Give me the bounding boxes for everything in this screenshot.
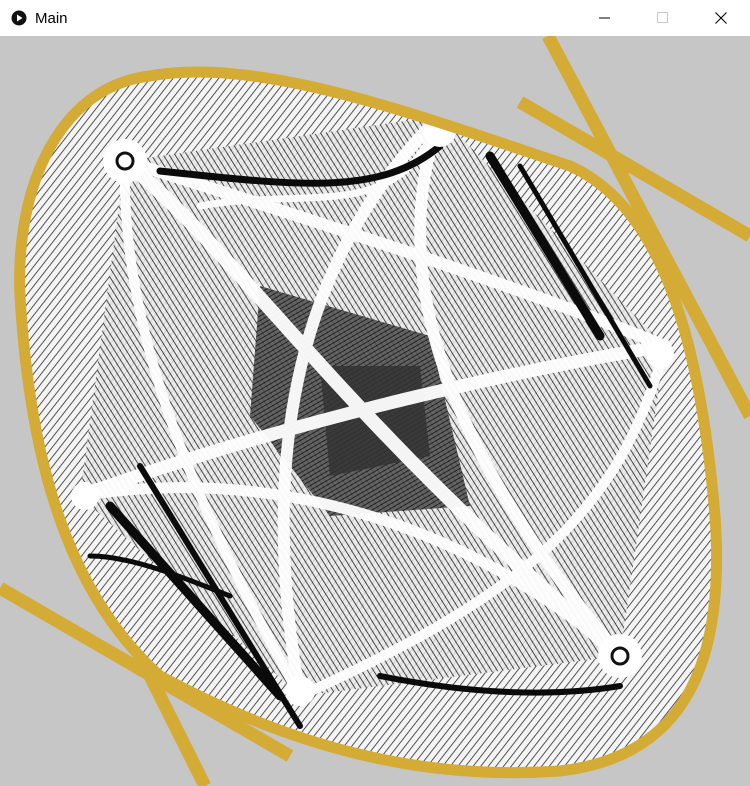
maximize-icon bbox=[657, 12, 668, 23]
minimize-button[interactable] bbox=[576, 0, 634, 36]
render-canvas[interactable] bbox=[0, 36, 750, 786]
play-circle-icon bbox=[11, 10, 27, 26]
close-button[interactable] bbox=[692, 0, 750, 36]
interference-pattern bbox=[19, 72, 717, 773]
close-icon bbox=[715, 12, 727, 24]
minimize-icon bbox=[599, 17, 610, 19]
title-bar[interactable]: Main bbox=[0, 0, 750, 36]
pattern-drawing bbox=[0, 36, 750, 786]
window-controls bbox=[576, 0, 750, 36]
app-window: Main bbox=[0, 0, 750, 786]
window-title: Main bbox=[35, 9, 68, 27]
maximize-button[interactable] bbox=[634, 0, 692, 36]
